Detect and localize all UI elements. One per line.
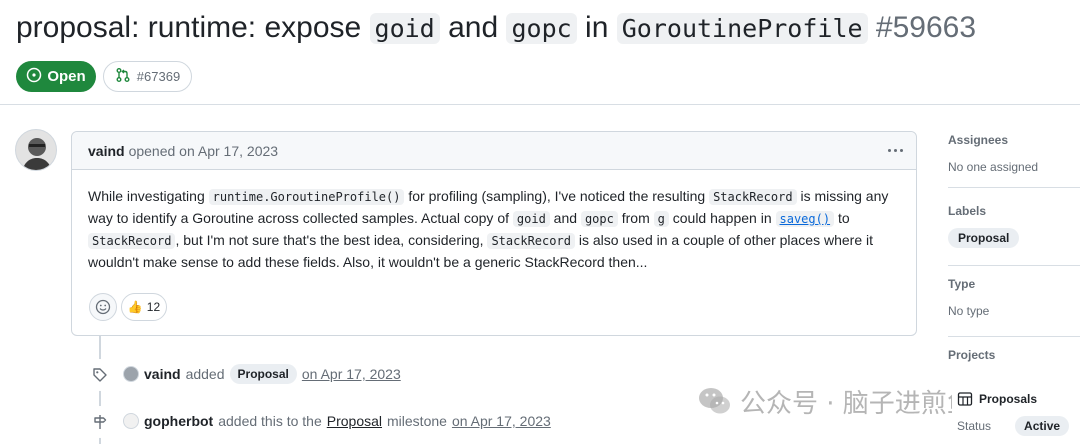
body-text: While investigating [88, 188, 209, 204]
issue-state-label: Open [47, 68, 86, 85]
issue-title: proposal: runtime: expose goid and gopc … [16, 6, 976, 51]
sidebar-labels[interactable]: Labels Proposal [948, 204, 1080, 248]
body-text: could happen in [668, 210, 776, 226]
timeline-event-label: vaind added Proposal on Apr 17, 2023 [123, 363, 401, 385]
body-text: and [549, 210, 581, 226]
sidebar-assignees[interactable]: Assignees No one assigned [948, 133, 1080, 174]
event-suffix: milestone [387, 413, 447, 429]
sidebar-type[interactable]: Type No type [948, 277, 1080, 318]
actor-avatar[interactable] [123, 366, 139, 382]
sidebar-divider [948, 336, 1080, 337]
title-code-goid: goid [369, 13, 440, 44]
table-icon [957, 392, 973, 406]
sidebar-divider [948, 187, 1080, 188]
header-divider [0, 104, 1080, 105]
add-reaction-button[interactable] [89, 293, 117, 321]
status-value-pill[interactable]: Active [1015, 416, 1070, 436]
title-text-and: and [439, 11, 507, 44]
pull-request-icon [115, 67, 131, 86]
project-name[interactable]: Proposals [979, 392, 1037, 406]
projects-heading[interactable]: Projects [948, 348, 1080, 362]
status-label: Status [957, 419, 992, 433]
type-heading[interactable]: Type [948, 277, 1080, 291]
comment-options-icon[interactable] [884, 140, 906, 160]
title-code-gopc: gopc [506, 13, 577, 44]
body-text: from [617, 210, 654, 226]
inline-code: StackRecord [88, 233, 176, 249]
thumbs-up-reaction[interactable]: 👍 12 [121, 293, 167, 321]
issue-open-icon [26, 67, 42, 87]
body-text: , but I'm not sure that's the best idea,… [175, 232, 488, 248]
title-code-goroutineprofile: GoroutineProfile [616, 13, 868, 44]
labels-heading[interactable]: Labels [948, 204, 1080, 218]
comment-body: While investigating runtime.GoroutinePro… [88, 186, 908, 273]
reaction-count: 12 [146, 300, 161, 314]
event-time[interactable]: on Apr 17, 2023 [452, 413, 551, 429]
sidebar-projects[interactable]: Projects [948, 348, 1080, 362]
event-actor[interactable]: gopherbot [144, 413, 213, 429]
project-status-row: Status Active [957, 416, 1070, 436]
issue-number: #59663 [875, 11, 977, 44]
tag-icon [84, 359, 116, 391]
milestone-icon [84, 406, 116, 438]
event-actor[interactable]: vaind [144, 366, 181, 382]
event-verb: added this to the [218, 413, 322, 429]
inline-code: gopc [580, 211, 618, 227]
saveg-link[interactable]: saveg() [775, 211, 835, 227]
comment-author[interactable]: vaind [88, 143, 125, 159]
sidebar-divider [948, 265, 1080, 266]
wechat-icon [699, 388, 730, 414]
body-text: to [834, 210, 850, 226]
project-card[interactable]: Proposals Status Active [952, 383, 1080, 444]
linked-pr-link[interactable]: #67369 [103, 61, 192, 92]
project-row[interactable]: Proposals [957, 391, 1037, 407]
linked-pr-number: #67369 [136, 69, 181, 84]
event-verb: added [185, 366, 225, 382]
comment-header: vaind opened on Apr 17, 2023 [72, 132, 916, 170]
smiley-icon [95, 299, 111, 315]
timeline-event-milestone: gopherbot added this to the Proposal mil… [123, 410, 551, 432]
title-text-prefix: proposal: runtime: expose [16, 11, 370, 44]
type-value: No type [948, 304, 990, 318]
label-proposal[interactable]: Proposal [948, 228, 1020, 248]
thumbs-up-icon: 👍 [127, 300, 143, 314]
assignees-heading[interactable]: Assignees [948, 133, 1080, 147]
issue-state-badge: Open [16, 61, 96, 92]
author-avatar[interactable] [15, 129, 57, 171]
event-time[interactable]: on Apr 17, 2023 [302, 366, 401, 382]
event-label-pill[interactable]: Proposal [229, 364, 297, 384]
title-text-in: in [576, 11, 617, 44]
inline-code: StackRecord [709, 189, 797, 205]
inline-code: StackRecord [487, 233, 575, 249]
comment-action: opened on Apr 17, 2023 [128, 142, 279, 159]
body-text: for profiling (sampling), I've noticed t… [404, 188, 710, 204]
event-milestone-link[interactable]: Proposal [327, 413, 382, 429]
inline-code: runtime.GoroutineProfile() [208, 189, 405, 205]
inline-code: goid [512, 211, 550, 227]
issue-comment: vaind opened on Apr 17, 2023 While inves… [71, 131, 917, 336]
avatar-portrait-icon [16, 130, 56, 170]
inline-code: g [653, 211, 669, 227]
assignees-value: No one assigned [948, 160, 1039, 174]
actor-avatar[interactable] [123, 413, 139, 429]
